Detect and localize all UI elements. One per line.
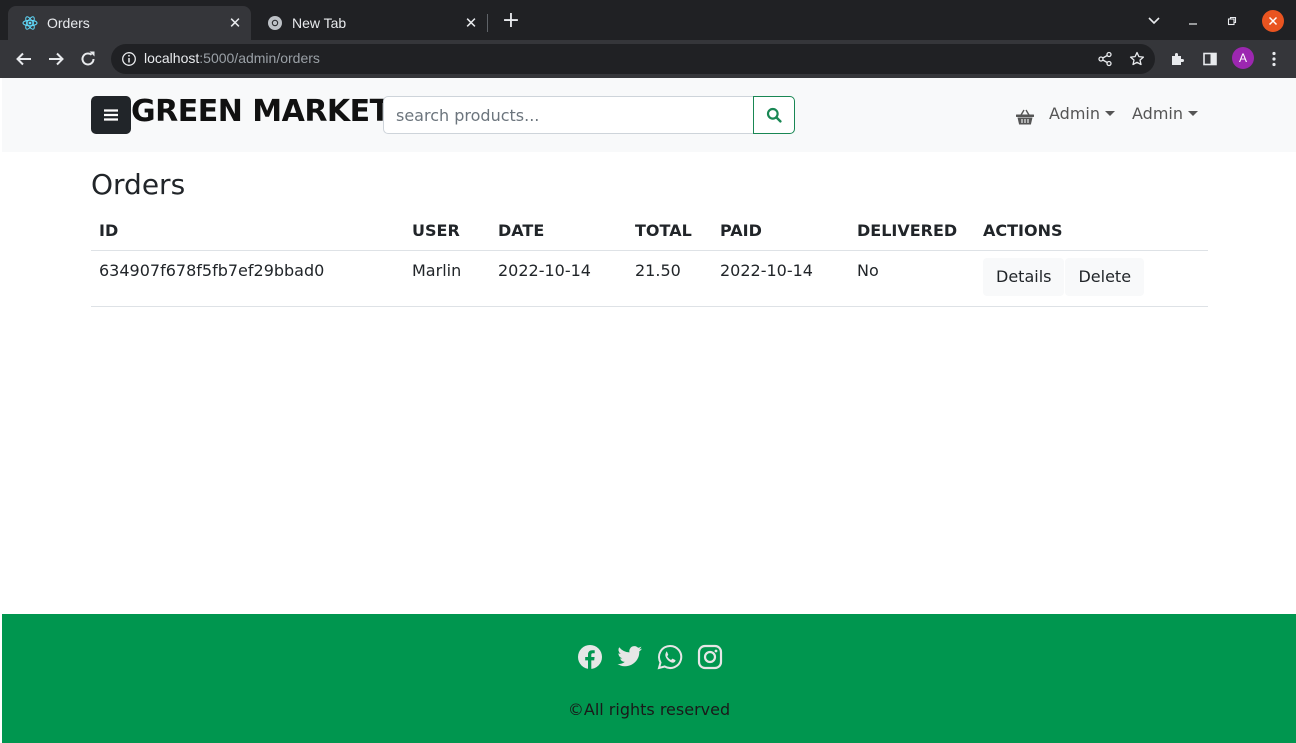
header-delivered: DELIVERED	[849, 213, 975, 251]
new-tab-button[interactable]: +	[500, 10, 522, 32]
close-tab-icon[interactable]: ✕	[461, 13, 481, 33]
page-title: Orders	[91, 168, 186, 201]
restore-icon[interactable]	[1222, 10, 1242, 32]
copyright-text: ©All rights reserved	[567, 700, 731, 719]
social-links	[576, 643, 724, 671]
search-input[interactable]	[383, 96, 754, 134]
instagram-icon[interactable]	[696, 643, 724, 671]
tab-title: Orders	[47, 15, 90, 31]
header-date: DATE	[490, 213, 627, 251]
browser-tab-new-tab[interactable]: New Tab ✕	[253, 6, 487, 40]
browser-tab-orders[interactable]: Orders ✕	[8, 6, 251, 40]
user-dropdown-label: Admin	[1049, 104, 1100, 123]
chevron-down-icon	[1188, 111, 1198, 116]
browser-toolbar: localhost:5000/admin/orders	[0, 40, 1296, 78]
profile-avatar[interactable]: A	[1232, 47, 1254, 69]
header-user: USER	[404, 213, 490, 251]
table-row: 634907f678f5fb7ef29bbad0 Marlin 2022-10-…	[91, 250, 1208, 307]
share-icon[interactable]	[1097, 51, 1113, 67]
details-button[interactable]: Details	[983, 257, 1065, 296]
side-panel-icon[interactable]	[1200, 49, 1220, 69]
close-tab-icon[interactable]: ✕	[225, 13, 245, 33]
delete-button[interactable]: Delete	[1065, 257, 1145, 296]
url-host: localhost	[144, 50, 200, 66]
order-paid: 2022-10-14	[712, 250, 849, 307]
react-icon	[22, 15, 38, 31]
admin-dropdown-label: Admin	[1132, 104, 1183, 123]
admin-dropdown[interactable]: Admin	[1132, 104, 1198, 123]
url-path: :5000/admin/orders	[199, 50, 320, 66]
url-text: localhost:5000/admin/orders	[144, 50, 320, 66]
site-info-icon[interactable]	[121, 51, 137, 67]
header-total: TOTAL	[627, 213, 712, 251]
order-total: 21.50	[627, 250, 712, 307]
forward-arrow-icon[interactable]	[44, 47, 68, 71]
search-button[interactable]	[753, 96, 795, 134]
facebook-icon[interactable]	[576, 643, 604, 671]
order-delivered: No	[849, 250, 975, 307]
address-bar[interactable]: localhost:5000/admin/orders	[111, 44, 1155, 74]
header-paid: PAID	[712, 213, 849, 251]
extensions-puzzle-icon[interactable]	[1168, 49, 1188, 69]
twitter-icon[interactable]	[616, 643, 644, 671]
hamburger-icon	[104, 109, 118, 121]
cart-basket-icon[interactable]	[1015, 108, 1035, 126]
brand-logo-text[interactable]: GREEN MARKET	[131, 94, 390, 129]
close-window-icon[interactable]	[1262, 10, 1284, 32]
order-actions: Details Delete	[975, 250, 1208, 307]
search-icon	[766, 107, 782, 123]
user-dropdown[interactable]: Admin	[1049, 104, 1115, 123]
browser-menu-icon[interactable]	[1264, 49, 1284, 69]
tab-search-icon[interactable]	[1144, 10, 1164, 32]
browser-tab-bar: Orders ✕ New Tab ✕ +	[0, 0, 1296, 40]
table-header-row: ID USER DATE TOTAL PAID DELIVERED ACTION…	[91, 213, 1208, 251]
orders-table: ID USER DATE TOTAL PAID DELIVERED ACTION…	[91, 213, 1208, 307]
site-footer: ©All rights reserved	[2, 614, 1296, 743]
menu-toggle-button[interactable]	[91, 96, 131, 134]
back-arrow-icon[interactable]	[12, 47, 36, 71]
site-navbar: GREEN MARKET Admin Admin	[2, 78, 1296, 152]
page-content: GREEN MARKET Admin Admin Orders ID USER …	[2, 78, 1296, 743]
chevron-down-icon	[1105, 111, 1115, 116]
chrome-icon	[267, 15, 283, 31]
order-id: 634907f678f5fb7ef29bbad0	[91, 250, 404, 307]
order-user: Marlin	[404, 250, 490, 307]
order-date: 2022-10-14	[490, 250, 627, 307]
tab-divider	[487, 14, 488, 32]
minimize-icon[interactable]	[1183, 10, 1203, 32]
bookmark-star-icon[interactable]	[1129, 51, 1145, 67]
whatsapp-icon[interactable]	[656, 643, 684, 671]
reload-icon[interactable]	[76, 47, 100, 71]
header-id: ID	[91, 213, 404, 251]
header-actions: ACTIONS	[975, 213, 1208, 251]
tab-title: New Tab	[292, 15, 347, 31]
